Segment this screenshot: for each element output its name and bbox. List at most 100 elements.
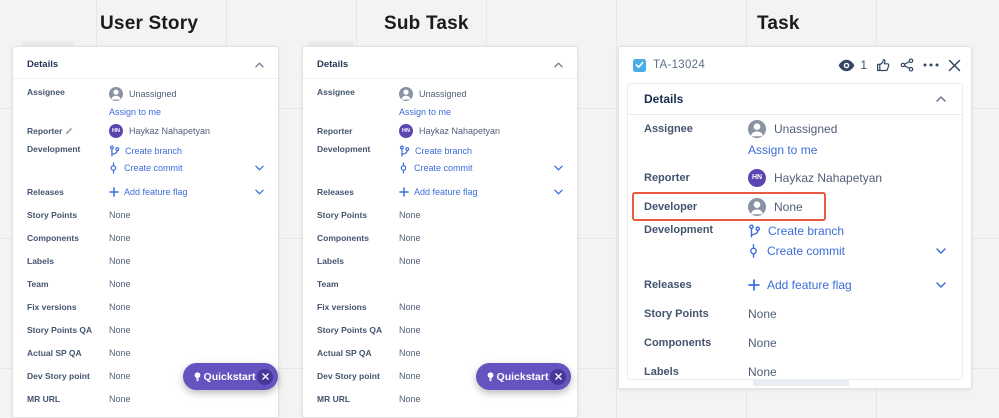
- field-value[interactable]: None: [109, 371, 131, 381]
- quickstart-close-icon[interactable]: [257, 368, 273, 385]
- reporter-value[interactable]: HN Haykaz Nahapetyan: [748, 168, 882, 188]
- details-section: Details Assignee Unassigned Assign to me: [627, 83, 963, 386]
- chevron-down-icon[interactable]: [554, 165, 563, 171]
- reporter-field: Reporter HN Haykaz Nahapetyan: [644, 163, 946, 192]
- reporter-label: Reporter: [644, 171, 690, 184]
- field-row: Team None: [27, 278, 131, 289]
- chevron-down-icon[interactable]: [255, 165, 264, 171]
- field-value[interactable]: None: [748, 336, 777, 350]
- field-row: Story Points QA None: [27, 324, 131, 335]
- details-title: Details: [27, 59, 59, 70]
- reporter-value[interactable]: HN Haykaz Nahapetyan: [109, 122, 210, 139]
- assignee-label: Assignee: [317, 87, 355, 97]
- add-feature-flag-link[interactable]: Add feature flag: [109, 183, 264, 200]
- field-value[interactable]: None: [109, 348, 131, 358]
- developer-field: Developer None: [632, 192, 946, 221]
- lightbulb-icon: [194, 371, 201, 381]
- create-branch-link[interactable]: Create branch: [399, 142, 563, 159]
- create-branch-link[interactable]: Create branch: [748, 221, 946, 241]
- field-value[interactable]: None: [399, 256, 421, 266]
- create-commit-link[interactable]: Create commit: [399, 159, 563, 176]
- field-row: Team: [317, 278, 339, 289]
- add-feature-flag-link[interactable]: Add feature flag: [748, 275, 946, 295]
- assign-to-me-link[interactable]: Assign to me: [748, 143, 817, 157]
- task-type-icon: [633, 58, 646, 72]
- watchers-eye-icon[interactable]: [838, 59, 855, 72]
- reporter-value[interactable]: HN Haykaz Nahapetyan: [399, 122, 500, 139]
- quickstart-button[interactable]: Quickstart: [476, 363, 571, 390]
- field-value[interactable]: None: [399, 325, 421, 335]
- chevron-up-icon[interactable]: [255, 62, 264, 68]
- field-value[interactable]: None: [399, 302, 421, 312]
- releases-field: Releases Add feature flag: [317, 180, 563, 203]
- releases-field: Releases Add feature flag: [644, 270, 946, 299]
- assignee-field: Assignee Unassigned Assign to me: [644, 119, 946, 163]
- more-actions-icon[interactable]: [923, 63, 939, 67]
- none-avatar-icon: [748, 197, 766, 216]
- reporter-avatar: HN: [748, 168, 766, 187]
- lightbulb-icon: [487, 371, 494, 381]
- development-label: Development: [644, 224, 714, 236]
- assignee-value[interactable]: Unassigned: [399, 85, 563, 102]
- developer-label: Developer: [644, 200, 698, 213]
- edit-pencil-icon: [66, 127, 73, 134]
- create-commit-link[interactable]: Create commit: [109, 159, 264, 176]
- field-value[interactable]: None: [748, 307, 777, 321]
- chevron-down-icon[interactable]: [554, 189, 563, 195]
- chevron-down-icon[interactable]: [936, 281, 946, 288]
- field-value[interactable]: None: [748, 365, 777, 379]
- reporter-avatar: HN: [399, 123, 413, 138]
- field-value[interactable]: None: [399, 210, 421, 220]
- chevron-down-icon[interactable]: [255, 189, 264, 195]
- chevron-up-icon[interactable]: [936, 96, 946, 102]
- issue-key-link[interactable]: TA-13024: [653, 59, 705, 71]
- chevron-up-icon[interactable]: [554, 62, 563, 68]
- assign-to-me-link[interactable]: Assign to me: [399, 107, 451, 117]
- field-value[interactable]: None: [109, 394, 131, 404]
- create-branch-link[interactable]: Create branch: [109, 142, 264, 159]
- quickstart-button[interactable]: Quickstart: [183, 363, 278, 390]
- unassigned-avatar-icon: [109, 86, 123, 101]
- details-section-header[interactable]: Details: [303, 47, 577, 79]
- field-row: Story Points None: [27, 209, 131, 220]
- column-title-user-story: User Story: [100, 13, 199, 34]
- field-row: MR URL None: [27, 393, 131, 404]
- chevron-down-icon[interactable]: [936, 248, 946, 254]
- assign-to-me-link[interactable]: Assign to me: [109, 107, 161, 117]
- field-value[interactable]: None: [109, 302, 131, 312]
- unassigned-avatar-icon: [748, 120, 766, 138]
- thumbs-up-icon[interactable]: [876, 58, 891, 72]
- field-value[interactable]: None: [109, 233, 131, 243]
- field-value[interactable]: None: [399, 371, 421, 381]
- quickstart-label: Quickstart: [496, 370, 549, 383]
- releases-label: Releases: [27, 186, 64, 197]
- reporter-label: Reporter: [317, 125, 353, 136]
- share-icon[interactable]: [900, 58, 914, 72]
- assignee-value[interactable]: Unassigned: [109, 85, 264, 102]
- field-value[interactable]: None: [109, 279, 131, 289]
- add-feature-flag-link[interactable]: Add feature flag: [399, 183, 563, 200]
- field-row: Fix versions None: [317, 301, 421, 312]
- assignee-field: Assignee Unassigned Assign to me: [317, 85, 563, 119]
- field-value[interactable]: None: [109, 210, 131, 220]
- field-value[interactable]: None: [399, 233, 421, 243]
- create-commit-link[interactable]: Create commit: [748, 241, 946, 261]
- branch-icon: [749, 224, 761, 238]
- details-section-header[interactable]: Details: [13, 47, 278, 79]
- reporter-label: Reporter: [27, 126, 109, 136]
- field-value[interactable]: None: [399, 348, 421, 358]
- plus-icon: [748, 278, 760, 291]
- assignee-value[interactable]: Unassigned: [748, 119, 946, 139]
- releases-label: Releases: [644, 278, 692, 291]
- field-row: Labels None: [27, 255, 131, 266]
- quickstart-close-icon[interactable]: [550, 368, 566, 385]
- close-icon[interactable]: [948, 59, 961, 72]
- field-value[interactable]: None: [109, 256, 131, 266]
- reporter-field: Reporter HN Haykaz Nahapetyan: [27, 119, 264, 142]
- releases-label: Releases: [317, 186, 354, 197]
- column-title-sub-task: Sub Task: [384, 13, 469, 34]
- details-section-header[interactable]: Details: [628, 84, 962, 115]
- field-value[interactable]: None: [109, 325, 131, 335]
- field-value[interactable]: None: [399, 394, 421, 404]
- developer-value[interactable]: None: [748, 197, 803, 217]
